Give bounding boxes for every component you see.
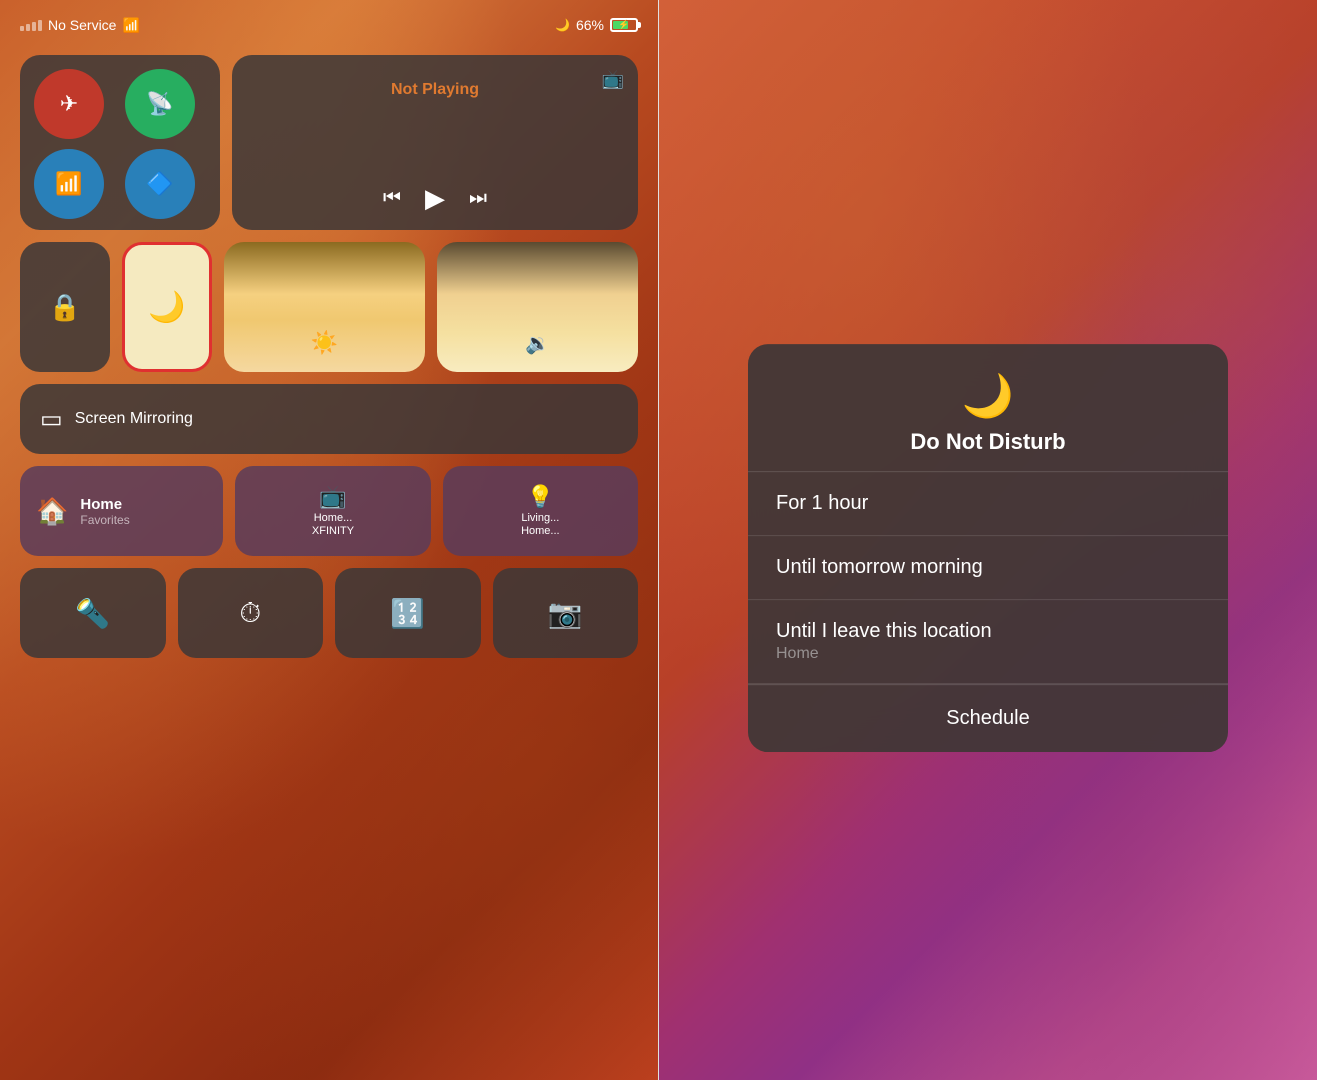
airplane-mode-button[interactable]: ✈ <box>34 69 104 139</box>
moon-status-icon: 🌙 <box>555 18 570 32</box>
status-right: 🌙 66% ⚡ <box>555 17 638 33</box>
appletv-icon: 📺 <box>319 484 346 510</box>
camera-button[interactable]: 📷 <box>493 568 639 658</box>
dnd-schedule-option[interactable]: Schedule <box>748 685 1228 752</box>
dnd-option-tomorrow-label: Until tomorrow morning <box>776 556 1200 579</box>
dnd-popup-moon-icon: 🌙 <box>962 372 1014 421</box>
dnd-popup-title: Do Not Disturb <box>910 429 1065 455</box>
signal-dot-4 <box>38 20 42 31</box>
living-home-name: Living...Home... <box>521 512 560 538</box>
home-title: Home <box>80 496 129 513</box>
home-row: 🏠 Home Favorites 📺 Home...XFINITY 💡 Livi… <box>20 466 638 556</box>
dnd-option-location-sub: Home <box>776 645 1200 663</box>
dnd-option-tomorrow[interactable]: Until tomorrow morning <box>748 536 1228 600</box>
volume-icon: 🔉 <box>525 331 550 356</box>
home-xfinity-tile[interactable]: 📺 Home...XFINITY <box>235 466 430 556</box>
status-bar: No Service 📶 🌙 66% ⚡ <box>0 0 658 50</box>
wifi-button[interactable]: 📡 <box>125 69 195 139</box>
media-tile[interactable]: 📺 Not Playing ⏮ ▶ ⏭ <box>232 55 638 230</box>
battery-icon: ⚡ <box>610 18 638 32</box>
screen-rotation-button[interactable]: 🔒 <box>20 242 110 372</box>
status-left: No Service 📶 <box>20 17 140 34</box>
not-playing-label: Not Playing <box>248 71 622 99</box>
cellular-button[interactable]: 📶 <box>34 149 104 219</box>
home-favorites-tile[interactable]: 🏠 Home Favorites <box>20 466 223 556</box>
signal-dot-1 <box>20 26 24 31</box>
dnd-header: 🌙 Do Not Disturb <box>748 344 1228 471</box>
living-home-tile[interactable]: 💡 Living...Home... <box>443 466 638 556</box>
cellular-icon: 📶 <box>55 171 82 197</box>
dnd-option-location[interactable]: Until I leave this location Home <box>748 600 1228 684</box>
wifi-icon: 📡 <box>146 91 173 117</box>
right-panel: 🌙 Do Not Disturb For 1 hour Until tomorr… <box>659 0 1317 1080</box>
media-controls: ⏮ ▶ ⏭ <box>248 183 622 214</box>
flashlight-icon: 🔦 <box>75 597 110 630</box>
do-not-disturb-button[interactable]: 🌙 <box>122 242 212 372</box>
calculator-button[interactable]: 🔢 <box>335 568 481 658</box>
dnd-option-1-hour[interactable]: For 1 hour <box>748 472 1228 536</box>
battery-shape: ⚡ <box>610 18 638 32</box>
middle-row: 🔒 🌙 ☀️ 🔉 <box>20 242 638 372</box>
screen-mirror-label: Screen Mirroring <box>75 410 193 428</box>
rewind-button[interactable]: ⏮ <box>383 187 401 210</box>
control-center-content: ✈ 📡 📶 🔷 📺 Not Playing ⏮ ▶ <box>20 55 638 1060</box>
airplane-icon: ✈ <box>60 91 78 117</box>
timer-icon: ⏱ <box>239 597 261 630</box>
dnd-popup: 🌙 Do Not Disturb For 1 hour Until tomorr… <box>748 344 1228 752</box>
calculator-icon: 🔢 <box>390 597 425 630</box>
signal-dots <box>20 20 42 31</box>
brightness-icon: ☀️ <box>311 330 338 356</box>
signal-dot-3 <box>32 22 36 31</box>
screen-mirror-icon: ▭ <box>40 405 63 434</box>
flashlight-button[interactable]: 🔦 <box>20 568 166 658</box>
connectivity-tile[interactable]: ✈ 📡 📶 🔷 <box>20 55 220 230</box>
brightness-slider[interactable]: ☀️ <box>224 242 425 372</box>
screen-mirror-row: ▭ Screen Mirroring <box>20 384 638 454</box>
wifi-status-icon: 📶 <box>122 17 139 34</box>
left-panel: No Service 📶 🌙 66% ⚡ ✈ 📡 <box>0 0 658 1080</box>
no-service-label: No Service <box>48 17 116 33</box>
bluetooth-icon: 🔷 <box>146 171 173 197</box>
home-text: Home Favorites <box>80 496 129 527</box>
do-not-disturb-moon-icon: 🌙 <box>148 290 185 325</box>
tools-row: 🔦 ⏱ 🔢 📷 <box>20 568 638 658</box>
camera-icon: 📷 <box>548 597 583 630</box>
dnd-option-1-hour-label: For 1 hour <box>776 492 1200 515</box>
rotation-lock-icon: 🔒 <box>49 292 81 323</box>
home-xfinity-name: Home...XFINITY <box>312 512 354 538</box>
volume-slider[interactable]: 🔉 <box>437 242 638 372</box>
home-subtitle: Favorites <box>80 513 129 527</box>
top-row: ✈ 📡 📶 🔷 📺 Not Playing ⏮ ▶ <box>20 55 638 230</box>
airplay-icon[interactable]: 📺 <box>602 69 624 90</box>
dnd-option-location-label: Until I leave this location <box>776 620 1200 643</box>
dnd-schedule-label: Schedule <box>946 707 1029 729</box>
living-icon: 💡 <box>527 484 554 510</box>
fast-forward-button[interactable]: ⏭ <box>469 187 487 210</box>
signal-dot-2 <box>26 24 30 31</box>
play-button[interactable]: ▶ <box>425 183 445 214</box>
screen-mirroring-button[interactable]: ▭ Screen Mirroring <box>20 384 638 454</box>
battery-percent: 66% <box>576 17 604 33</box>
bluetooth-button[interactable]: 🔷 <box>125 149 195 219</box>
home-icon: 🏠 <box>36 496 68 527</box>
battery-bolt-icon: ⚡ <box>618 20 629 31</box>
timer-button[interactable]: ⏱ <box>178 568 324 658</box>
